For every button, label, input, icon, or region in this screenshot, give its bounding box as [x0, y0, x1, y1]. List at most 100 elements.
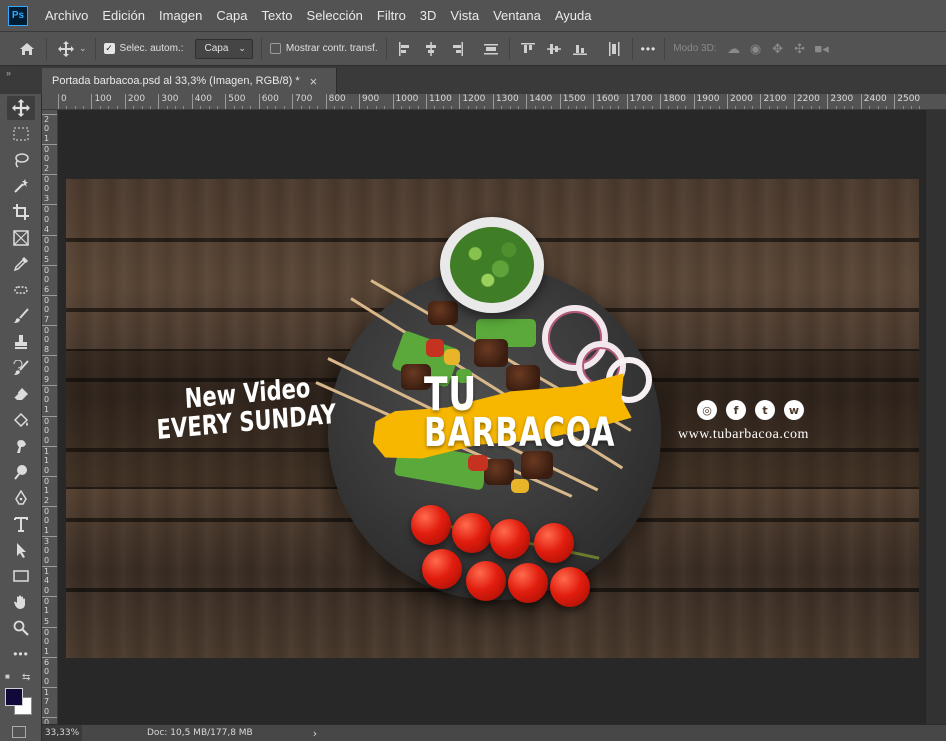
align-bottom-icon[interactable]: [570, 39, 590, 59]
separator: [631, 37, 633, 60]
menu-texto[interactable]: Texto: [254, 0, 299, 32]
status-menu-chevron-right-icon[interactable]: ›: [313, 727, 317, 740]
ruler-tick-digit: 0: [42, 717, 57, 724]
distribute-vertical-icon[interactable]: [604, 39, 624, 59]
menu-ayuda[interactable]: Ayuda: [548, 0, 599, 32]
collapse-panels-icon[interactable]: »: [0, 66, 42, 94]
lasso-tool-icon[interactable]: [7, 148, 35, 172]
ruler-tick-digit: 3: [42, 536, 57, 546]
separator: [664, 37, 666, 60]
distribute-icon[interactable]: [481, 39, 501, 59]
frame-tool-icon[interactable]: [7, 226, 35, 250]
zoom-tool-icon[interactable]: [7, 616, 35, 640]
swap-colors-icon[interactable]: ⇆: [22, 672, 30, 683]
document-tab-title: Portada barbacoa.psd al 33,3% (Imagen, R…: [52, 75, 300, 87]
tool-preset-chevron-down-icon[interactable]: ⌄: [79, 43, 87, 54]
auto-select-target-dropdown[interactable]: Capa ⌄: [195, 38, 253, 59]
ruler-tick-digit: 0: [42, 626, 57, 637]
eyedropper-tool-icon[interactable]: [7, 252, 35, 276]
pen-tool-icon[interactable]: [7, 486, 35, 510]
horizontal-ruler-ticks: 0 100 200 300 400 500 600 700 800 900 1000 1100 1200…: [58, 94, 946, 109]
vertical-scrollbar[interactable]: [925, 110, 946, 724]
dodge-tool-icon[interactable]: [7, 460, 35, 484]
auto-select-checkbox[interactable]: ✓ Selec. autom.:: [103, 43, 183, 54]
magic-wand-tool-icon[interactable]: [7, 174, 35, 198]
align-middle-icon[interactable]: [544, 39, 564, 59]
auto-select-target-value: Capa: [204, 43, 229, 54]
move-tool-icon[interactable]: [55, 38, 77, 60]
tools-panel: ••• ■ ⇆: [0, 94, 42, 741]
ruler-tick-digit: 2: [42, 114, 57, 124]
separator: [260, 37, 262, 60]
document-tab[interactable]: Portada barbacoa.psd al 33,3% (Imagen, R…: [42, 68, 337, 94]
smudge-tool-icon[interactable]: [7, 434, 35, 458]
ruler-tick-digit: 0: [44, 184, 50, 194]
checkmark-icon: ✓: [103, 43, 115, 54]
move-tool-icon[interactable]: [7, 96, 35, 120]
zoom-level-field[interactable]: 33,33%: [42, 724, 82, 741]
herb-bowl: [440, 217, 544, 313]
pepper-yellow: [511, 479, 529, 493]
hand-tool-icon[interactable]: [7, 590, 35, 614]
ruler-tick-digit: 5: [44, 254, 50, 264]
show-transform-checkbox[interactable]: Mostrar contr. transf.: [269, 43, 378, 54]
type-tool-icon[interactable]: [7, 512, 35, 536]
ruler-tick-digit: 0: [44, 154, 50, 164]
orbit-3d-icon[interactable]: ☁: [723, 38, 745, 60]
align-vertical-buttons: [518, 39, 590, 59]
menu-archivo[interactable]: Archivo: [38, 0, 95, 32]
menu-edicion[interactable]: Edición: [95, 0, 152, 32]
path-selection-tool-icon[interactable]: [7, 538, 35, 562]
cherry-tomato: [452, 513, 492, 553]
ruler-tick-digit: 5: [44, 616, 50, 626]
ruler-tick-label: 2300: [827, 94, 853, 109]
ruler-tick-digit: 0: [42, 294, 57, 305]
align-right-icon[interactable]: [447, 39, 467, 59]
menu-vista[interactable]: Vista: [443, 0, 486, 32]
marquee-tool-icon[interactable]: [7, 122, 35, 146]
ruler-tick-digit: 1: [44, 405, 50, 415]
ruler-tick-digit: 1: [44, 646, 50, 656]
pan-3d-icon[interactable]: ✥: [767, 38, 789, 60]
cherry-tomato: [550, 567, 590, 607]
roll-3d-icon[interactable]: ◉: [745, 38, 767, 60]
website-url: www.tubarbacoa.com: [678, 427, 809, 442]
camera-3d-icon[interactable]: ■◂: [811, 38, 833, 60]
history-brush-tool-icon[interactable]: [7, 356, 35, 380]
ruler-tick-digit: 1: [44, 134, 50, 144]
clone-stamp-tool-icon[interactable]: [7, 330, 35, 354]
align-left-icon[interactable]: [395, 39, 415, 59]
home-icon[interactable]: [16, 38, 38, 60]
grilled-meat: [428, 301, 458, 325]
default-colors-icon[interactable]: ■: [5, 672, 10, 681]
crop-tool-icon[interactable]: [7, 200, 35, 224]
more-options-button[interactable]: •••: [641, 42, 657, 56]
ruler-tick-digit: 7: [44, 315, 50, 324]
menu-ventana[interactable]: Ventana: [486, 0, 548, 32]
menu-capa[interactable]: Capa: [209, 0, 254, 32]
ps-logo-icon: Ps: [8, 5, 28, 26]
slide-3d-icon[interactable]: ✣: [789, 38, 811, 60]
document-canvas[interactable]: TU BARBACOA New Video EVERY SUNDAY ◎ f t…: [66, 179, 919, 658]
align-top-icon[interactable]: [518, 39, 538, 59]
menu-3d[interactable]: 3D: [413, 0, 444, 32]
ruler-tick-label: 2400: [860, 94, 887, 109]
banner-title-line2: BARBACOA: [424, 410, 616, 456]
eraser-tool-icon[interactable]: [7, 382, 35, 406]
menu-seleccion[interactable]: Selección: [300, 0, 370, 32]
more-tools-icon[interactable]: •••: [7, 642, 35, 666]
ruler-tick-digit: 1: [42, 566, 57, 576]
grilled-meat: [506, 365, 540, 391]
close-tab-icon[interactable]: ×: [310, 74, 318, 89]
healing-brush-tool-icon[interactable]: [7, 278, 35, 302]
ruler-tick-label: 1500: [559, 94, 586, 109]
menu-imagen[interactable]: Imagen: [152, 0, 209, 32]
paint-bucket-tool-icon[interactable]: [7, 408, 35, 432]
align-center-h-icon[interactable]: [421, 39, 441, 59]
quick-mask-icon[interactable]: [12, 726, 26, 738]
rectangle-tool-icon[interactable]: [7, 564, 35, 588]
brush-tool-icon[interactable]: [7, 304, 35, 328]
foreground-color-swatch[interactable]: [5, 688, 23, 706]
menu-filtro[interactable]: Filtro: [370, 0, 413, 32]
ruler-tick-label: 2100: [760, 94, 786, 109]
